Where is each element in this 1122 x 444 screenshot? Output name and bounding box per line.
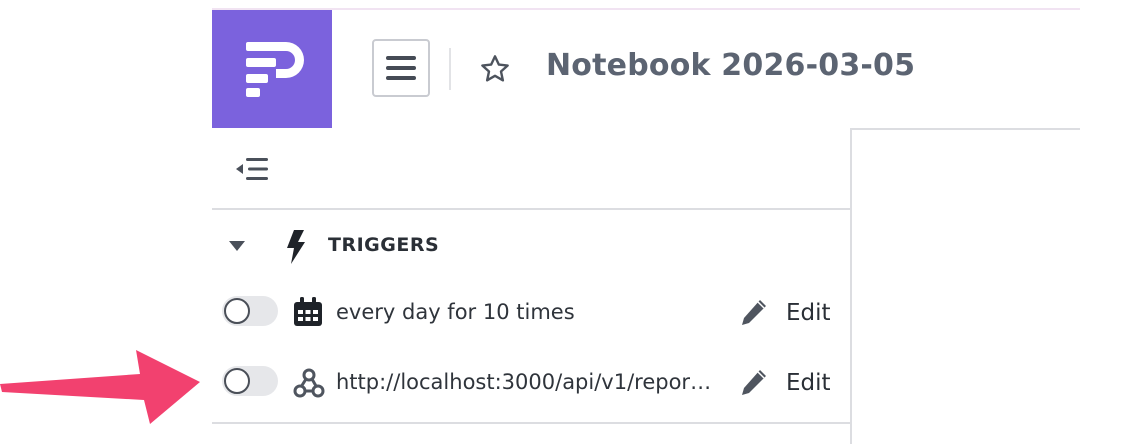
caret-down-icon[interactable] (228, 240, 246, 252)
edit-label: Edit (786, 300, 831, 326)
lightning-bolt-icon (287, 230, 305, 264)
collapse-sidebar-icon[interactable] (236, 156, 270, 182)
pencil-icon (742, 300, 766, 325)
triggers-section-header[interactable]: TRIGGERS (212, 226, 850, 266)
panel-border (850, 128, 852, 444)
calendar-icon (294, 297, 322, 326)
header-bar: Notebook 2026-03-05 (212, 10, 1080, 128)
edit-button[interactable]: Edit (738, 365, 838, 399)
trigger-label: every day for 10 times (336, 300, 575, 324)
panel-divider-bottom (212, 422, 850, 424)
panel-divider (212, 208, 850, 210)
star-outline-icon[interactable] (479, 53, 511, 85)
header-separator (449, 48, 451, 90)
trigger-label: http://localhost:3000/api/v1/reports/tri… (336, 370, 716, 394)
section-title: TRIGGERS (328, 234, 440, 256)
edit-button[interactable]: Edit (738, 295, 838, 329)
toggle-knob (224, 298, 250, 324)
pencil-icon (742, 370, 766, 395)
menu-button[interactable] (372, 39, 430, 97)
trigger-row: every day for 10 times Edit (212, 291, 850, 335)
edit-label: Edit (786, 370, 831, 396)
annotation-arrow (0, 350, 200, 424)
triggers-panel: TRIGGERS every day for 10 times Edit htt… (212, 128, 850, 444)
trigger-toggle[interactable] (222, 366, 278, 396)
trigger-row: http://localhost:3000/api/v1/reports/tri… (212, 361, 850, 405)
trigger-toggle[interactable] (222, 296, 278, 326)
hamburger-menu-icon (386, 56, 416, 80)
brand-logo[interactable] (212, 10, 332, 128)
toggle-knob (224, 368, 250, 394)
page-title: Notebook 2026-03-05 (546, 48, 916, 83)
brand-logo-mark (246, 42, 304, 97)
webhook-icon (293, 368, 325, 398)
